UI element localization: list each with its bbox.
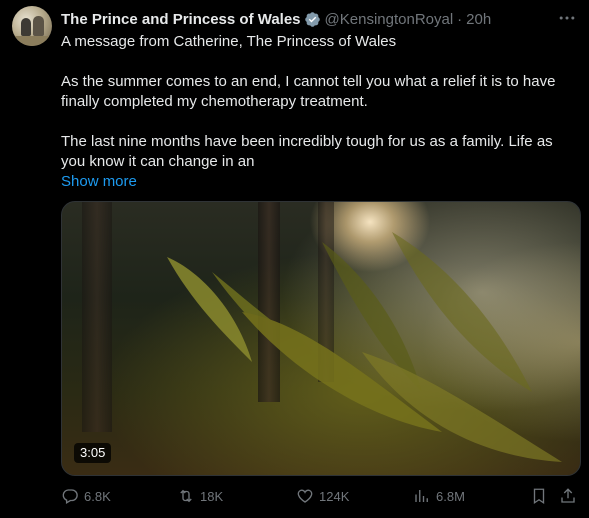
fern-leaves xyxy=(167,232,562,462)
more-icon[interactable] xyxy=(557,8,577,28)
avatar-figure xyxy=(33,16,44,36)
like-count: 124K xyxy=(319,488,350,504)
tweet-text: A message from Catherine, The Princess o… xyxy=(61,32,576,192)
repost-count: 18K xyxy=(200,488,224,504)
tweet-text-line: As the summer comes to an end, I cannot … xyxy=(61,73,556,110)
separator: · xyxy=(457,10,463,28)
tweet-text-line: The last nine months have been incredibl… xyxy=(61,133,553,170)
views-icon xyxy=(415,490,428,502)
avatar[interactable] xyxy=(12,6,52,46)
verified-badge-icon xyxy=(304,11,320,27)
reply-count: 6.8K xyxy=(84,488,111,504)
avatar-figure xyxy=(21,18,31,36)
tweet[interactable]: The Prince and Princess of Wales @Kensin… xyxy=(0,0,589,518)
tweet-text-line: A message from Catherine, The Princess o… xyxy=(61,33,397,50)
action-bar: 6.8K 18K 124K 6.8M xyxy=(61,487,577,507)
repost-icon xyxy=(180,489,192,503)
bookmark-icon[interactable] xyxy=(530,487,548,505)
author-handle[interactable]: @KensingtonRoyal xyxy=(325,11,454,28)
show-more-link[interactable]: Show more xyxy=(61,172,576,192)
like-button[interactable]: 124K xyxy=(296,487,349,505)
video-duration: 3:05 xyxy=(74,443,112,463)
share-icon[interactable] xyxy=(559,487,577,505)
repost-button[interactable]: 18K xyxy=(177,487,223,505)
video-player[interactable]: 3:05 xyxy=(61,201,581,476)
timestamp[interactable]: 20h xyxy=(466,11,491,28)
avatar-ground xyxy=(12,36,52,46)
heart-icon xyxy=(297,489,313,503)
tweet-header: The Prince and Princess of Wales @Kensin… xyxy=(61,9,577,29)
views-button[interactable]: 6.8M xyxy=(413,487,465,505)
reply-icon xyxy=(62,489,78,504)
views-count: 6.8M xyxy=(436,488,465,504)
author-name[interactable]: The Prince and Princess of Wales xyxy=(61,11,301,28)
reply-button[interactable]: 6.8K xyxy=(61,487,111,505)
